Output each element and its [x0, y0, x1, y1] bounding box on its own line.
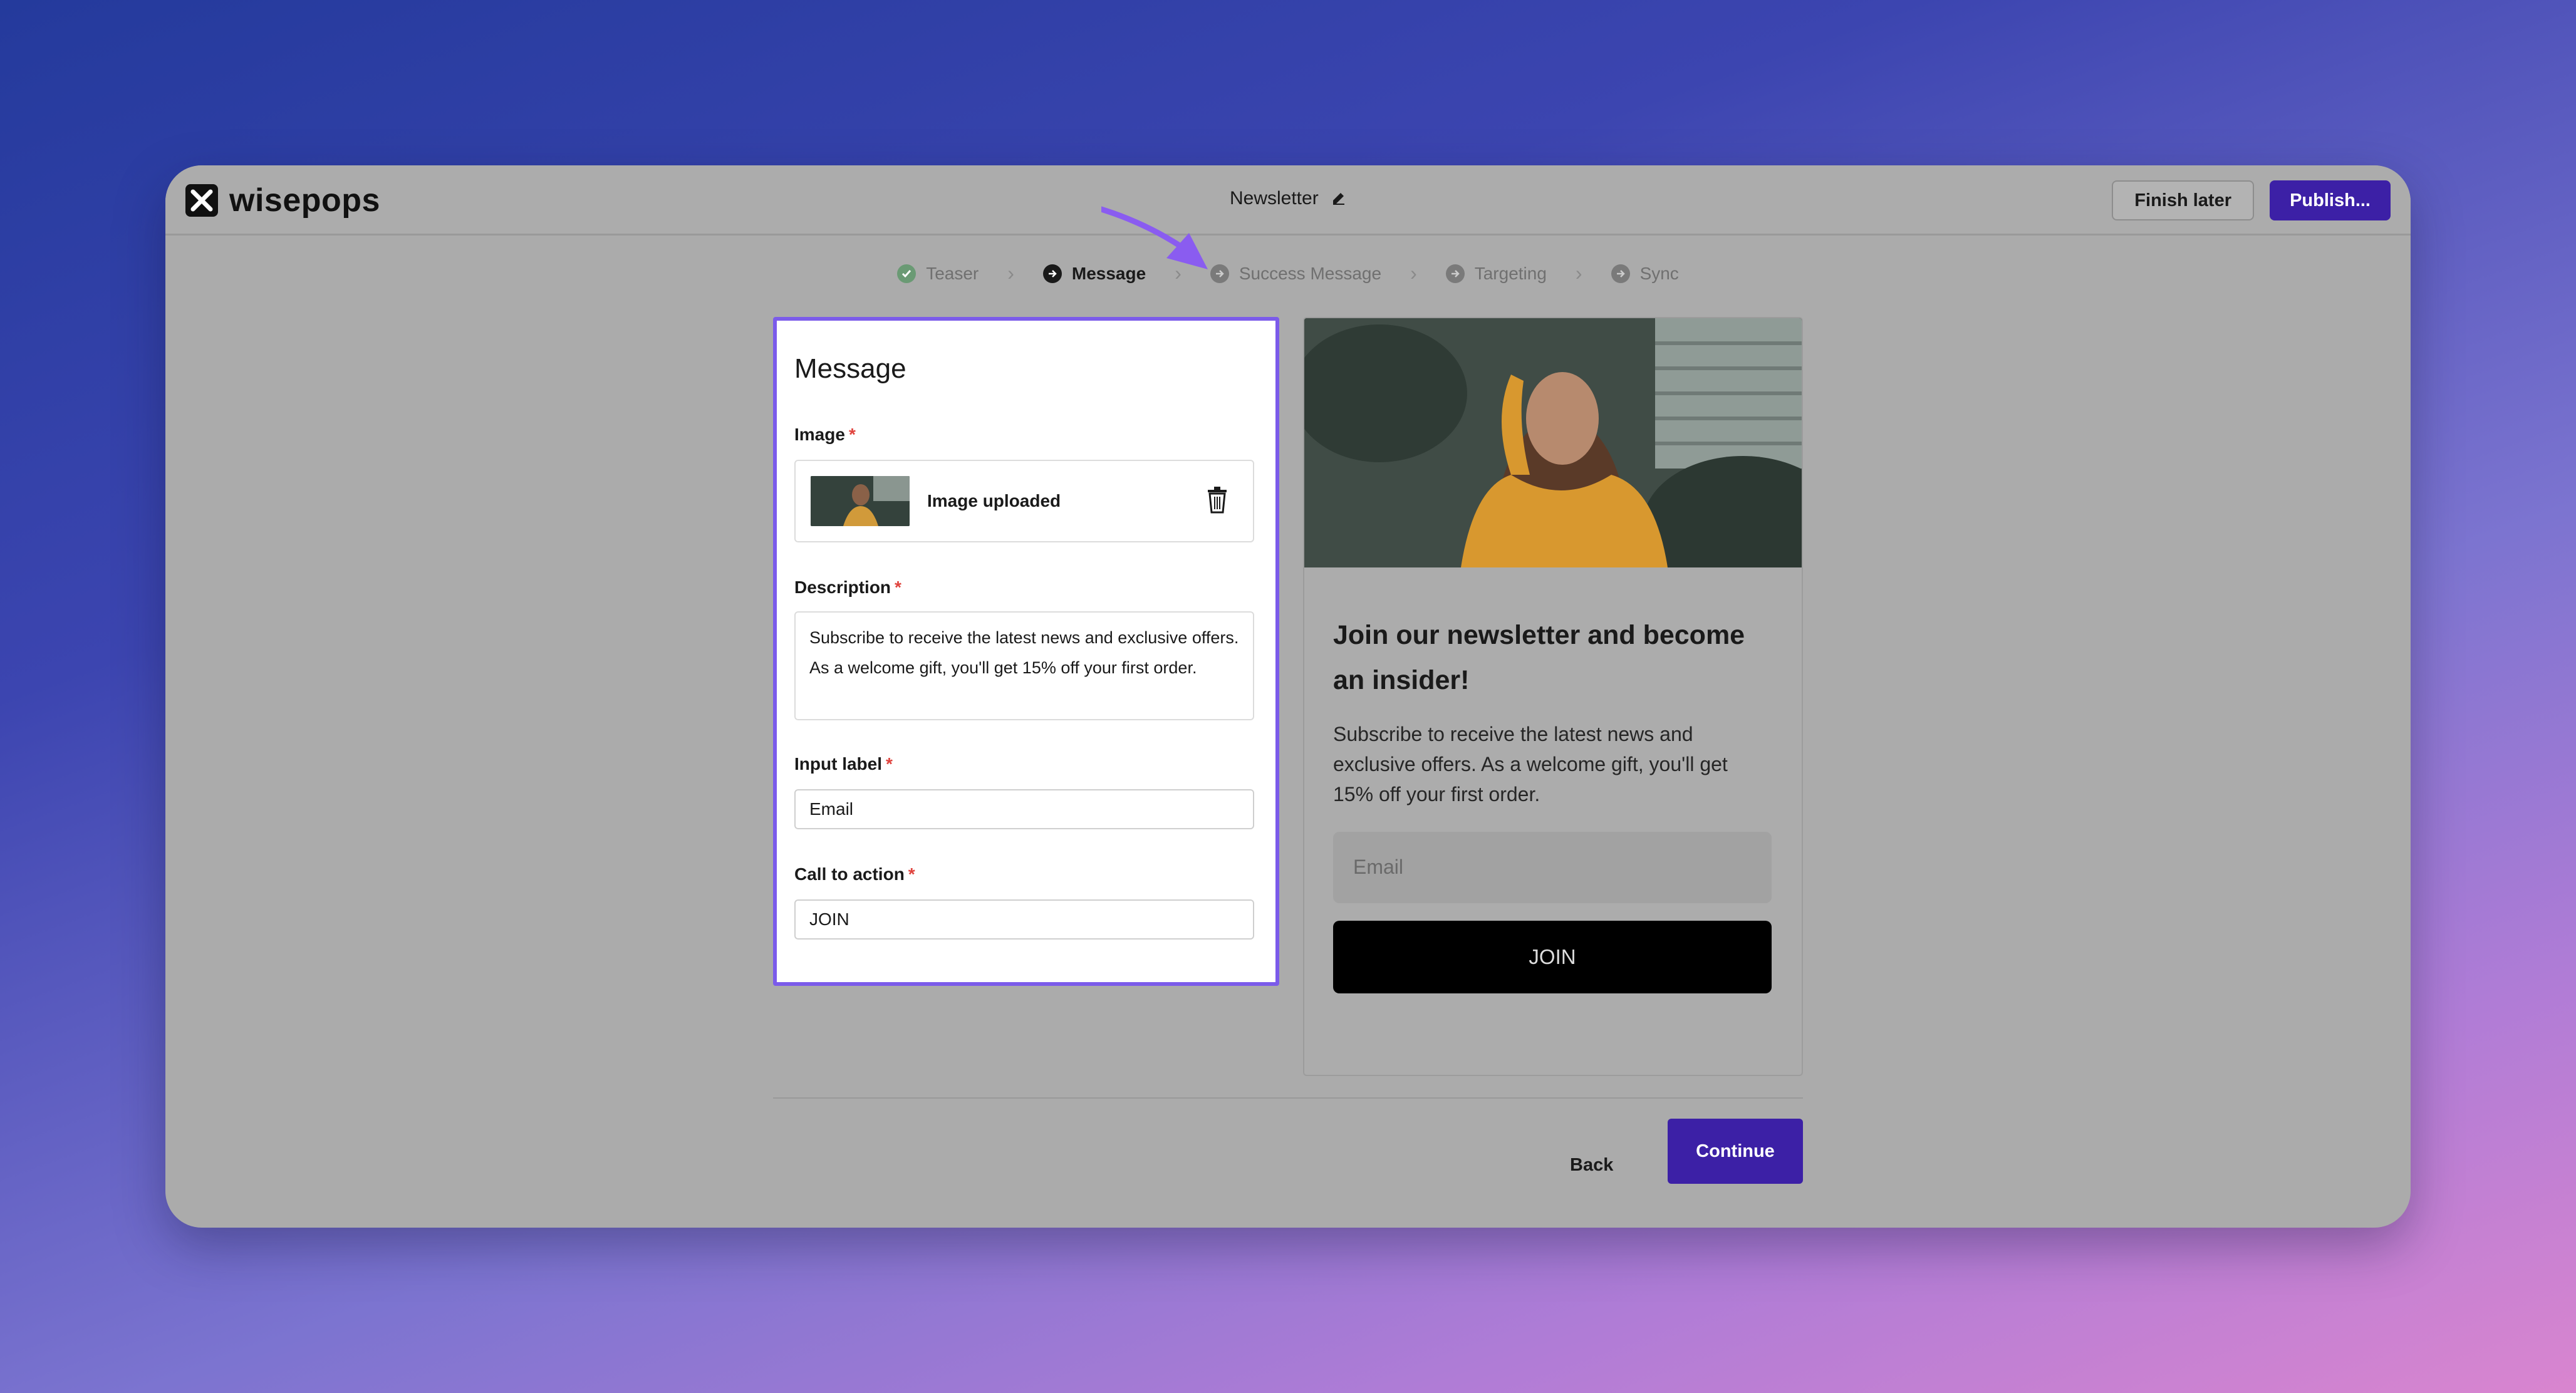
- form-title: Message: [794, 353, 906, 384]
- document-title[interactable]: Newsletter: [165, 188, 2411, 210]
- required-mark: *: [895, 577, 901, 597]
- app-window: wisepops Newsletter Finish later Publish…: [165, 165, 2411, 1228]
- preview-description: Subscribe to receive the latest news and…: [1333, 723, 1728, 805]
- preview-join-button: JOIN: [1333, 921, 1772, 993]
- chevron-right-icon: ›: [1175, 262, 1182, 284]
- step-label: Teaser: [926, 263, 979, 283]
- step-label: Targeting: [1474, 263, 1547, 283]
- cta-label: Call to action *: [794, 864, 915, 884]
- check-icon: [897, 264, 917, 283]
- document-title-text: Newsletter: [1229, 188, 1319, 209]
- upload-status: Image uploaded: [927, 491, 1061, 510]
- top-bar: wisepops Newsletter Finish later Publish…: [165, 165, 2411, 236]
- stepper: Teaser › Message › Success Message › Tar…: [165, 262, 2411, 285]
- description-textarea[interactable]: Subscribe to receive the latest news and…: [794, 611, 1254, 720]
- preview-title: Join our newsletter and become an inside…: [1333, 620, 1745, 695]
- step-message[interactable]: Message: [1042, 263, 1146, 284]
- popup-preview: Join our newsletter and become an inside…: [1303, 317, 1803, 1076]
- description-label: Description *: [794, 577, 901, 597]
- footer-divider: [773, 1097, 1803, 1099]
- input-label-label: Input label *: [794, 754, 893, 774]
- chevron-right-icon: ›: [1007, 262, 1014, 284]
- pencil-icon[interactable]: [1331, 189, 1346, 210]
- required-mark: *: [848, 425, 856, 444]
- step-label: Message: [1071, 263, 1146, 283]
- message-form: Message Image * Image uploaded Descriptio…: [773, 317, 1279, 986]
- arrow-right-icon: [1445, 264, 1465, 283]
- input-label-field[interactable]: [794, 789, 1254, 829]
- preview-email-input: Email: [1333, 832, 1772, 903]
- step-success-message[interactable]: Success Message: [1210, 264, 1381, 284]
- preview-image: [1304, 318, 1802, 567]
- cta-field[interactable]: [794, 899, 1254, 940]
- step-teaser[interactable]: Teaser: [897, 264, 979, 284]
- continue-button[interactable]: Continue: [1668, 1119, 1803, 1184]
- arrow-right-icon: [1042, 264, 1062, 283]
- image-label: Image *: [794, 425, 856, 444]
- chevron-right-icon: ›: [1410, 262, 1417, 284]
- step-label: Success Message: [1239, 263, 1382, 283]
- required-mark: *: [886, 754, 893, 774]
- finish-later-button[interactable]: Finish later: [2112, 180, 2254, 220]
- trash-icon[interactable]: [1207, 486, 1228, 517]
- back-button[interactable]: Back: [1555, 1132, 1628, 1198]
- required-mark: *: [908, 864, 915, 884]
- image-thumbnail: [811, 476, 910, 526]
- image-upload[interactable]: Image uploaded: [794, 460, 1254, 542]
- arrow-right-icon: [1210, 264, 1229, 283]
- chevron-right-icon: ›: [1575, 262, 1582, 284]
- arrow-right-icon: [1611, 264, 1630, 283]
- publish-button[interactable]: Publish...: [2270, 180, 2391, 220]
- step-sync[interactable]: Sync: [1611, 264, 1679, 284]
- step-targeting[interactable]: Targeting: [1445, 263, 1547, 284]
- step-label: Sync: [1639, 263, 1679, 283]
